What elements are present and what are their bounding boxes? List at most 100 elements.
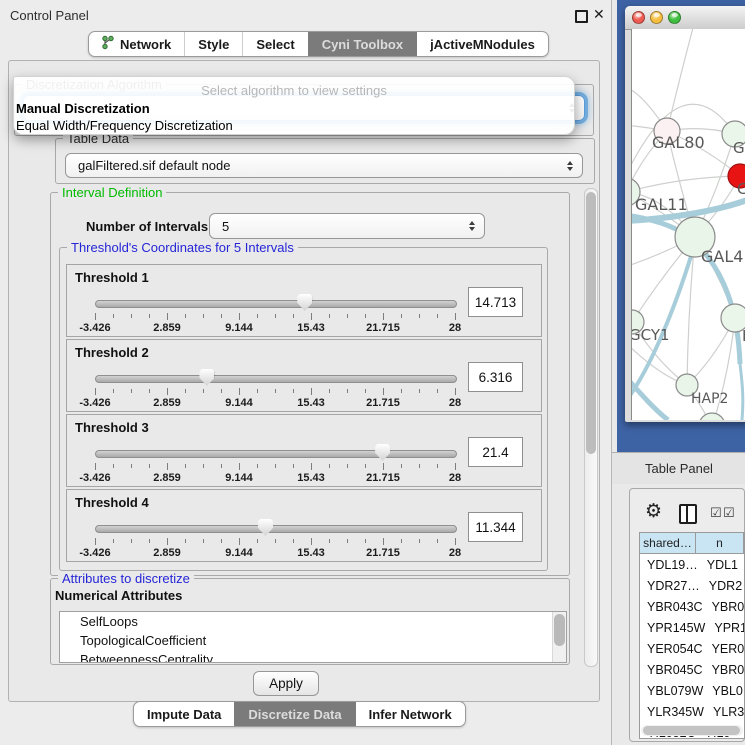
algorithm-popup-hint: Select algorithm to view settings (14, 83, 574, 100)
scrollbar-thumb[interactable] (554, 614, 565, 646)
table-cell[interactable]: YPR1 (705, 617, 745, 638)
tab-infer-network[interactable]: Infer Network (355, 702, 465, 726)
slider-scale: -3.4262.8599.14415.4321.71528 (95, 547, 455, 559)
slider-thumb[interactable] (297, 294, 312, 311)
threshold-label: Threshold 1 (75, 270, 149, 285)
table-row[interactable]: YLR345WYLR3 (640, 701, 744, 722)
checkbox-icon[interactable]: ☑ (710, 506, 722, 519)
threshold-slider[interactable]: -3.4262.8599.14415.4321.71528 (92, 366, 458, 410)
attributes-scrollbar[interactable] (552, 612, 566, 662)
checkbox-icon[interactable]: ☑ (723, 506, 735, 519)
slider-track[interactable] (95, 525, 457, 533)
control-panel-titlebar: Control Panel ✕ (0, 0, 612, 30)
table-cell[interactable]: YBR043C (640, 596, 703, 617)
table-cell[interactable]: YBR045C (640, 659, 703, 680)
table-cell[interactable]: YBL079W (640, 680, 703, 701)
slider-thumb[interactable] (199, 369, 214, 386)
table-cell[interactable]: YPR145W (640, 617, 705, 638)
threshold-slider[interactable]: -3.4262.8599.14415.4321.71528 (92, 441, 458, 485)
table-cell[interactable]: YDL19… (640, 554, 698, 575)
tick-mark (401, 539, 402, 543)
algorithm-option[interactable]: Equal Width/Frequency Discretization (14, 117, 574, 134)
table-horizontal-scrollbar[interactable] (641, 725, 743, 736)
tab-label: Discretize Data (248, 707, 341, 722)
tab-label: jActiveMNodules (430, 37, 535, 52)
network-node[interactable] (699, 413, 725, 420)
algorithm-option[interactable]: Manual Discretization (14, 100, 574, 117)
slider-scale: -3.4262.8599.14415.4321.71528 (95, 397, 455, 409)
tab-jactivemnodules[interactable]: jActiveMNodules (416, 32, 548, 56)
tick-mark (275, 314, 276, 318)
table-cell[interactable]: YLR345W (640, 701, 704, 722)
table-row[interactable]: YBR043CYBR0 (640, 596, 744, 617)
slider-track[interactable] (95, 375, 457, 383)
table-data-select[interactable]: galFiltered.sif default node (65, 153, 583, 178)
attribute-item[interactable]: TopologicalCoefficient (60, 631, 566, 650)
threshold-value-field[interactable]: 6.316 (468, 362, 523, 392)
table-cell[interactable]: YDR2 (700, 575, 744, 596)
slider-ticks (95, 313, 455, 321)
vertical-scrollbar[interactable] (584, 188, 598, 667)
scrollbar-thumb[interactable] (586, 192, 596, 454)
tab-impute-data[interactable]: Impute Data (134, 702, 234, 726)
table-row[interactable]: YBR045CYBR0 (640, 659, 744, 680)
table-cell[interactable]: YBR0 (703, 596, 745, 617)
table-cell[interactable]: YDR27… (640, 575, 700, 596)
table-row[interactable]: YBL079WYBL0 (640, 680, 744, 701)
table-cell[interactable]: YBR0 (703, 659, 745, 680)
numerical-attributes-list[interactable]: SelfLoopsTopologicalCoefficientBetweenne… (59, 611, 567, 663)
threshold-value-field[interactable]: 14.713 (468, 287, 523, 317)
float-panel-icon[interactable] (575, 10, 588, 23)
tab-cyni-toolbox[interactable]: Cyni Toolbox (308, 32, 416, 56)
network-canvas[interactable]: GAL80GCGAL11GAL4GCY1HHAP2 (631, 29, 745, 420)
close-button[interactable] (632, 11, 645, 24)
threshold-slider[interactable]: -3.4262.8599.14415.4321.71528 (92, 516, 458, 560)
tick-mark (221, 464, 222, 468)
tab-discretize-data[interactable]: Discretize Data (234, 702, 354, 726)
table-cell[interactable]: YER054C (640, 638, 703, 659)
column-split-icon[interactable] (679, 504, 697, 524)
slider-thumb[interactable] (258, 519, 273, 536)
table-row[interactable]: YDL19…YDL1 (640, 554, 744, 575)
table-row[interactable]: YPR145WYPR1 (640, 617, 744, 638)
scrollbar-thumb[interactable] (643, 726, 740, 735)
table-row[interactable]: YDR27…YDR2 (640, 575, 744, 596)
scale-label: 21.715 (366, 397, 400, 409)
cyni-bottom-tabbar: Impute Data Discretize Data Infer Network (133, 701, 466, 727)
tick-mark (275, 464, 276, 468)
scale-label: 15.43 (297, 397, 325, 409)
close-panel-icon[interactable]: ✕ (593, 6, 605, 23)
table-cell[interactable]: YLR3 (704, 701, 744, 722)
tab-network[interactable]: Network (89, 32, 184, 56)
scale-label: -3.426 (79, 397, 110, 409)
threshold-value-field[interactable]: 11.344 (468, 512, 523, 542)
apply-button[interactable]: Apply (253, 671, 319, 696)
number-of-intervals-select[interactable]: 5 (209, 213, 485, 239)
minimize-button[interactable] (650, 11, 663, 24)
slider-track[interactable] (95, 300, 457, 308)
slider-thumb[interactable] (375, 444, 390, 461)
threshold-slider[interactable]: -3.4262.8599.14415.4321.71528 (92, 291, 458, 335)
node-label: GCY1 (632, 326, 670, 344)
tick-mark (203, 539, 204, 543)
thresholds-group: Threshold's Coordinates for 5 Intervals … (59, 247, 548, 571)
tick-mark (311, 388, 312, 395)
tick-mark (401, 314, 402, 318)
table-cell[interactable]: YBL0 (703, 680, 744, 701)
slider-track[interactable] (95, 450, 457, 458)
threshold-value-field[interactable]: 21.4 (468, 437, 523, 467)
gear-icon[interactable]: ⚙ (645, 502, 662, 521)
tab-select[interactable]: Select (242, 32, 307, 56)
column-header[interactable]: shared… (640, 533, 696, 554)
table-row[interactable]: YER054CYER0 (640, 638, 744, 659)
tick-mark (185, 314, 186, 318)
zoom-button[interactable] (668, 11, 681, 24)
node-attribute-table[interactable]: shared…n YDL19…YDL1YDR27…YDR2YBR043CYBR0… (639, 532, 745, 739)
table-cell[interactable]: YDL1 (698, 554, 744, 575)
attribute-item[interactable]: SelfLoops (60, 612, 566, 631)
tick-mark (149, 464, 150, 468)
table-cell[interactable]: YER0 (703, 638, 745, 659)
tab-style[interactable]: Style (184, 32, 242, 56)
column-header[interactable]: n (696, 533, 744, 554)
attribute-item[interactable]: BetweennessCentrality (60, 650, 566, 663)
